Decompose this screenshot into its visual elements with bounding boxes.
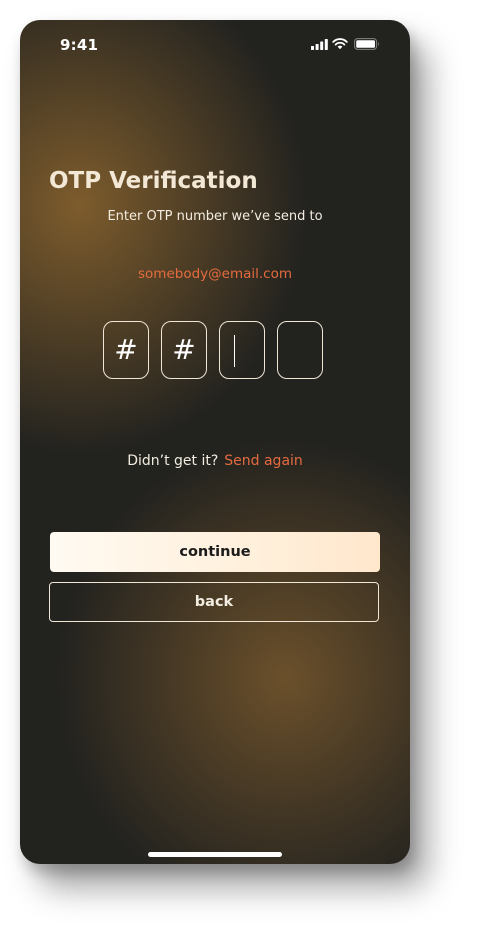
back-button[interactable]: back xyxy=(49,582,379,622)
target-email: somebody@email.com xyxy=(138,266,292,282)
home-indicator[interactable] xyxy=(148,852,282,857)
resend-prompt: Didn’t get it? xyxy=(127,453,219,469)
send-again-link[interactable]: Send again xyxy=(224,453,303,469)
otp-digit-1[interactable]: # xyxy=(103,321,149,379)
text-cursor xyxy=(234,335,235,367)
resend-row: Didn’t get it? Send again xyxy=(20,453,410,469)
status-time: 9:41 xyxy=(60,36,99,54)
status-bar: 9:41 xyxy=(20,20,410,68)
page-title: OTP Verification xyxy=(49,168,258,194)
wifi-icon xyxy=(332,38,348,50)
battery-icon xyxy=(354,38,379,50)
otp-digit-3[interactable] xyxy=(219,321,265,379)
continue-button[interactable]: continue xyxy=(50,532,380,572)
otp-instructions: Enter OTP number we’ve send to xyxy=(107,209,323,224)
signal-icon xyxy=(311,39,328,50)
phone-screen: 9:41 OTP Verification Enter OTP number w… xyxy=(20,20,410,864)
otp-digit-2[interactable]: # xyxy=(161,321,207,379)
otp-digit-4[interactable] xyxy=(277,321,323,379)
